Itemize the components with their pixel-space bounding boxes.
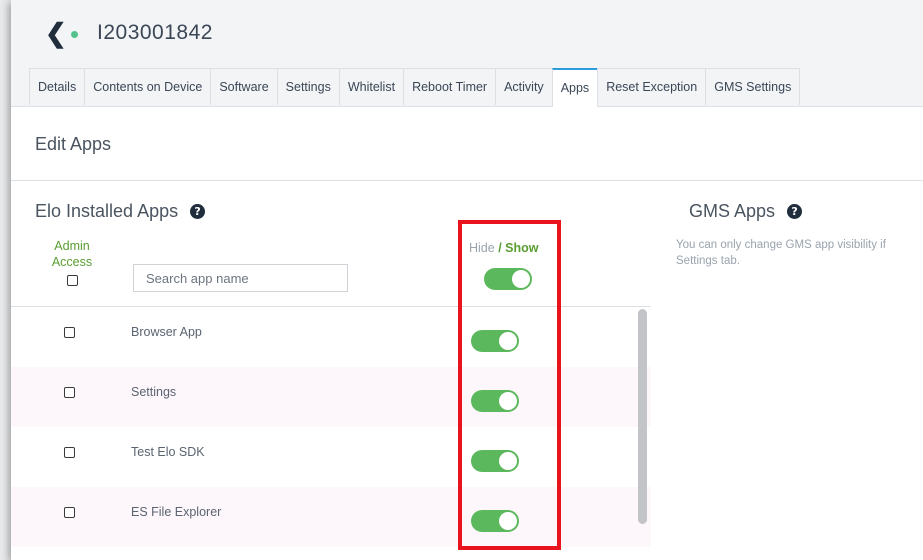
- online-status-dot: [71, 31, 78, 38]
- elo-installed-apps-heading: Elo Installed Apps?: [35, 201, 206, 222]
- highlight-box: [458, 220, 561, 550]
- app-name: Test Elo SDK: [131, 445, 205, 459]
- tab-whitelist[interactable]: Whitelist: [338, 68, 405, 105]
- device-id: I203001842: [97, 21, 213, 44]
- tab-gms-settings[interactable]: GMS Settings: [705, 68, 801, 105]
- admin-access-checkbox[interactable]: [64, 387, 75, 398]
- app-name: ES File Explorer: [131, 505, 222, 519]
- chevron-left-icon[interactable]: ❮: [45, 20, 67, 46]
- tab-software[interactable]: Software: [210, 68, 278, 105]
- admin-access-label-line2: Access: [51, 255, 93, 269]
- search-input[interactable]: [133, 264, 348, 292]
- tab-settings[interactable]: Settings: [276, 68, 340, 105]
- admin-access-header: Admin Access: [47, 238, 97, 290]
- elo-installed-apps-title: Elo Installed Apps: [35, 201, 179, 221]
- help-icon[interactable]: ?: [787, 204, 803, 219]
- admin-access-checkbox[interactable]: [64, 507, 75, 518]
- device-header: ❮ I203001842 Details Contents on Device …: [11, 0, 923, 107]
- help-icon[interactable]: ?: [190, 204, 206, 219]
- admin-access-checkbox[interactable]: [64, 447, 75, 458]
- tab-reset-exception[interactable]: Reset Exception: [597, 68, 707, 105]
- admin-access-label-line1: Admin: [54, 239, 90, 253]
- admin-access-checkbox[interactable]: [64, 327, 75, 338]
- tab-bar: Details Contents on Device Software Sett…: [29, 68, 801, 107]
- tab-activity[interactable]: Activity: [495, 68, 553, 105]
- tab-contents-on-device[interactable]: Contents on Device: [84, 68, 212, 105]
- app-window: ❮ I203001842 Details Contents on Device …: [11, 0, 923, 560]
- section-divider: [11, 180, 923, 181]
- gms-note-line1: You can only change GMS app visibility i…: [676, 239, 886, 251]
- tab-reboot-timer[interactable]: Reboot Timer: [403, 68, 497, 105]
- admin-access-select-all-checkbox[interactable]: [66, 275, 78, 286]
- page-title: Edit Apps: [35, 134, 112, 154]
- gms-note-line2: Settings tab.: [676, 255, 740, 267]
- gms-apps-heading: GMS Apps?: [689, 201, 803, 222]
- tab-apps[interactable]: Apps: [551, 68, 599, 107]
- list-scrollbar[interactable]: [638, 309, 647, 524]
- app-name: Settings: [131, 385, 177, 399]
- gms-apps-note: You can only change GMS app visibility i…: [676, 237, 923, 269]
- tab-details[interactable]: Details: [29, 68, 86, 105]
- gms-apps-title: GMS Apps: [689, 201, 776, 221]
- app-name: Browser App: [131, 325, 202, 339]
